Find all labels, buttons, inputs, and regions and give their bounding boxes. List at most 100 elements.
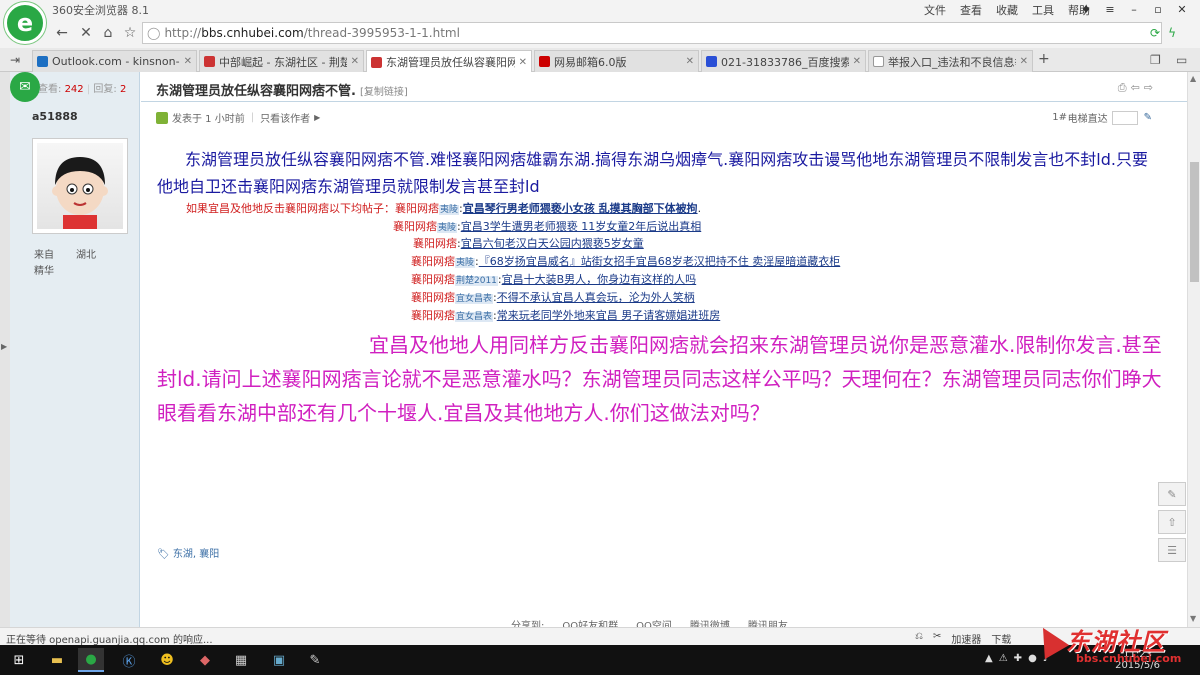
tab-close-icon[interactable]: ✕ bbox=[853, 56, 861, 67]
download-button[interactable]: 下载 bbox=[991, 631, 1011, 646]
history-icon[interactable]: ⎌ bbox=[915, 631, 923, 646]
cnhubei-icon bbox=[371, 56, 382, 68]
online-status-icon bbox=[156, 111, 168, 124]
prev-thread-icon[interactable]: ⇦ bbox=[1131, 81, 1144, 94]
tray-icon[interactable]: ⚠ bbox=[999, 653, 1008, 664]
menu-tools[interactable]: 工具 bbox=[1032, 2, 1054, 18]
calculator-icon[interactable]: ▦ bbox=[228, 648, 254, 672]
minimize-icon[interactable]: – bbox=[1122, 0, 1146, 18]
avatar[interactable] bbox=[32, 138, 128, 234]
menu-icon[interactable]: ≡ bbox=[1098, 0, 1122, 18]
menu-bar: 文件 查看 收藏 工具 帮助 bbox=[924, 2, 1090, 18]
page-title: 东湖管理员放任纵容襄阳网痞不管. [复制链接] bbox=[156, 84, 408, 99]
menu-favorites[interactable]: 收藏 bbox=[996, 2, 1018, 18]
list-item-link[interactable]: 宜昌六旬老汉白天公园内猥亵5岁女童 bbox=[461, 237, 644, 250]
floor-jump: 电梯直达 ✎ bbox=[1068, 110, 1152, 125]
menu-view[interactable]: 查看 bbox=[960, 2, 982, 18]
author-only-link[interactable]: 只看该作者 bbox=[260, 110, 310, 125]
menu-file[interactable]: 文件 bbox=[924, 2, 946, 18]
close-icon[interactable]: ✕ bbox=[1170, 0, 1194, 18]
list-icon[interactable]: ☰ bbox=[1158, 538, 1186, 562]
tag-icon: 🏷 bbox=[157, 549, 170, 560]
list-item-link[interactable]: 『68岁扬宜昌威名』站街女招手宜昌68岁老汉把持不住 卖淫屋暗道藏衣柜 bbox=[479, 255, 841, 268]
tray-icon[interactable]: ▲ bbox=[985, 653, 993, 664]
qq-icon[interactable]: ☻ bbox=[154, 648, 180, 672]
copy-link-button[interactable]: [复制链接] bbox=[360, 87, 408, 98]
post-time: 发表于 1 小时前 bbox=[172, 114, 245, 125]
author-meta: 来自 湖北 精华 bbox=[34, 248, 96, 280]
post-meta: 发表于 1 小时前 | 只看该作者 ▶ bbox=[156, 110, 320, 125]
cnhubei-icon bbox=[204, 56, 215, 67]
list-item-link[interactable]: 常来玩老同学外地来宜昌 男子请客嫖娼进班房 bbox=[497, 309, 721, 322]
speed-mode-icon[interactable]: ϟ bbox=[1168, 26, 1176, 40]
kugou-icon[interactable]: Ⓚ bbox=[116, 648, 142, 672]
tab-list-icon[interactable]: ▭ bbox=[1176, 53, 1187, 67]
tab-163-mail[interactable]: 网易邮箱6.0版 ✕ bbox=[534, 50, 699, 72]
paint-icon[interactable]: ✎ bbox=[302, 648, 328, 672]
back-icon[interactable]: ← bbox=[52, 23, 72, 43]
wechat-icon[interactable]: ✉ bbox=[10, 72, 40, 102]
arrow-right-icon: ▶ bbox=[314, 113, 321, 122]
print-icon[interactable]: ⎙ bbox=[1118, 81, 1131, 94]
tab-outlook[interactable]: Outlook.com - kinsnon-expo ✕ bbox=[32, 50, 197, 72]
list-item-link[interactable]: 不得不承认宜昌人真会玩，沦为外人笑柄 bbox=[497, 291, 695, 304]
shortcut-icon[interactable]: ✂ bbox=[933, 631, 941, 646]
file-explorer-icon[interactable]: ▬ bbox=[44, 648, 70, 672]
tab-current-thread[interactable]: 东湖管理员放任纵容襄阳网痞不 ✕ bbox=[366, 50, 532, 73]
tab-report[interactable]: 举报入口_违法和不良信息举报 ✕ bbox=[868, 50, 1033, 72]
tab-close-icon[interactable]: ✕ bbox=[184, 56, 192, 67]
baidu-icon bbox=[706, 56, 717, 67]
browser-360-icon[interactable]: ● bbox=[78, 648, 104, 672]
quick-reply-icon[interactable]: ✎ bbox=[1158, 482, 1186, 506]
list-item-link[interactable]: 宜昌十大装B男人，你身边有这样的人吗 bbox=[502, 273, 697, 286]
floor-jump-label: 电梯直达 bbox=[1067, 114, 1108, 125]
window-controls: ♦ ≡ – ▫ ✕ bbox=[1074, 0, 1194, 18]
app-icon[interactable]: ◆ bbox=[192, 648, 218, 672]
vertical-scrollbar[interactable]: ▲ ▼ bbox=[1187, 72, 1200, 627]
tab-close-icon[interactable]: ✕ bbox=[686, 56, 694, 67]
scrollbar-thumb[interactable] bbox=[1190, 162, 1199, 282]
tab-close-icon[interactable]: ✕ bbox=[1020, 56, 1028, 67]
list-item: 襄阳网痞:宜昌六旬老汉白天公园内猥亵5岁女童 bbox=[413, 237, 644, 250]
user-pane: 查看: 242 | 回复: 2 a51888 来自 湖北 精华 bbox=[10, 72, 140, 627]
title-actions: ⎙⇦⇨ bbox=[1118, 81, 1157, 95]
browser-logo-icon[interactable]: e bbox=[4, 2, 46, 44]
back-to-top-icon[interactable]: ⇧ bbox=[1158, 510, 1186, 534]
scroll-up-icon[interactable]: ▲ bbox=[1190, 74, 1196, 83]
stop-icon[interactable]: ✕ bbox=[76, 23, 96, 43]
favorite-star-icon[interactable]: ☆ bbox=[120, 23, 140, 43]
skin-icon[interactable]: ♦ bbox=[1074, 0, 1098, 18]
list-item-link[interactable]: 宜昌琴行男老师猥亵小女孩 乱摸其胸部下体被拘 bbox=[463, 202, 698, 215]
maximize-icon[interactable]: ▫ bbox=[1146, 0, 1170, 18]
new-tab-button[interactable]: + bbox=[1038, 51, 1050, 67]
watermark-url: bbs.cnhubei.com bbox=[1076, 652, 1182, 665]
status-tools: ⎌ ✂ 加速器 下载 bbox=[915, 631, 1011, 646]
url-path: /thread-3995953-1-1.html bbox=[303, 26, 460, 40]
page-icon: ◯ bbox=[147, 26, 161, 40]
tab-baidu-search[interactable]: 021-31833786_百度搜索 ✕ bbox=[701, 50, 866, 72]
tab-close-icon[interactable]: ✕ bbox=[351, 56, 359, 67]
url-host: bbs.cnhubei.com bbox=[201, 26, 304, 40]
pen-icon[interactable]: ✎ bbox=[1144, 112, 1152, 123]
restore-tabs-icon[interactable]: ❐ bbox=[1150, 53, 1161, 67]
next-thread-icon[interactable]: ⇨ bbox=[1144, 81, 1157, 94]
floor-jump-input[interactable] bbox=[1111, 110, 1138, 125]
list-item: 襄阳网痞宜女昌表:常来玩老同学外地来宜昌 男子请客嫖娼进班房 bbox=[411, 309, 721, 322]
author-name[interactable]: a51888 bbox=[32, 110, 78, 123]
home-icon[interactable]: ⌂ bbox=[98, 23, 118, 43]
sidebar-toggle-icon[interactable]: ⇥ bbox=[10, 53, 20, 67]
left-sidebar-toggle[interactable]: ▶ bbox=[0, 72, 10, 627]
tray-icon[interactable]: ✚ bbox=[1014, 653, 1022, 664]
status-text: 正在等待 openapi.guanjia.qq.com 的响应... bbox=[6, 635, 213, 646]
start-windows-icon[interactable]: ⊞ bbox=[6, 648, 32, 672]
tab-close-icon[interactable]: ✕ bbox=[519, 57, 527, 68]
image-viewer-icon[interactable]: ▣ bbox=[266, 648, 292, 672]
tab-zhongbu[interactable]: 中部崛起 - 东湖社区 - 荆楚网 ✕ bbox=[199, 50, 364, 72]
tag-links[interactable]: 东湖, 襄阳 bbox=[173, 549, 219, 560]
app-title: 360安全浏览器 8.1 bbox=[52, 4, 149, 17]
accelerator-button[interactable]: 加速器 bbox=[951, 631, 981, 646]
url-input[interactable]: ◯ http://bbs.cnhubei.com/thread-3995953-… bbox=[142, 22, 1162, 44]
list-item-link[interactable]: 宜昌3学生遭男老师猥亵 11岁女童2年后说出真相 bbox=[461, 220, 702, 233]
floating-tools: ✎ ⇧ ☰ bbox=[1158, 482, 1186, 566]
refresh-icon[interactable]: ⟳ bbox=[1150, 26, 1160, 40]
